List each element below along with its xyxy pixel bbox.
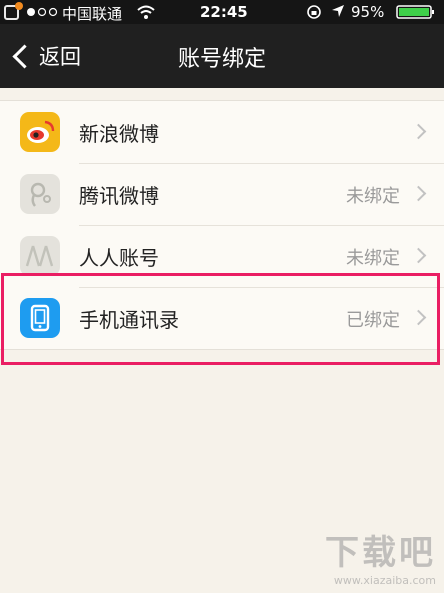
clock: 22:45	[200, 3, 248, 21]
renren-icon	[20, 236, 60, 276]
notification-icon	[4, 2, 23, 20]
account-row-tencent-weibo[interactable]: 腾讯微博 未绑定	[0, 163, 444, 225]
phone-contacts-icon	[20, 298, 60, 338]
rotation-lock-icon	[307, 5, 321, 19]
bind-status: 未绑定	[346, 186, 400, 207]
account-label: 手机通讯录	[79, 308, 179, 332]
bind-status: 未绑定	[346, 248, 400, 269]
battery-percent: 95%	[351, 3, 385, 21]
account-row-renren[interactable]: 人人账号 未绑定	[0, 225, 444, 287]
status-bar: 中国联通 22:45 95%	[0, 0, 444, 24]
account-label: 新浪微博	[79, 122, 159, 146]
chevron-right-icon	[410, 185, 427, 202]
chevron-right-icon	[410, 247, 427, 264]
location-icon	[332, 5, 344, 17]
account-label: 腾讯微博	[79, 184, 159, 208]
wifi-icon	[137, 5, 155, 19]
page-title: 账号绑定	[177, 47, 266, 72]
carrier-name: 中国联通	[62, 5, 123, 23]
account-row-phone-contacts[interactable]: 手机通讯录 已绑定	[0, 287, 444, 349]
account-row-weibo[interactable]: 新浪微博	[0, 101, 444, 163]
watermark-url: www.xiazaiba.com	[333, 574, 436, 587]
chevron-right-icon	[410, 309, 427, 326]
signal-dots-icon	[27, 7, 58, 17]
bind-status: 已绑定	[346, 310, 400, 331]
account-label: 人人账号	[79, 246, 159, 270]
battery-icon	[396, 5, 434, 19]
navigation-bar: 返回 账号绑定	[0, 24, 444, 88]
account-list: 新浪微博 腾讯微博 未绑定 人人账号 未绑定 手机通讯录 已绑定	[0, 100, 444, 350]
watermark: 下载吧 www.xiazaiba.com	[325, 525, 436, 587]
tencent-weibo-icon	[20, 174, 60, 214]
watermark-logo-text: 下载吧	[325, 533, 436, 573]
weibo-icon	[20, 112, 60, 152]
chevron-right-icon	[410, 123, 427, 140]
